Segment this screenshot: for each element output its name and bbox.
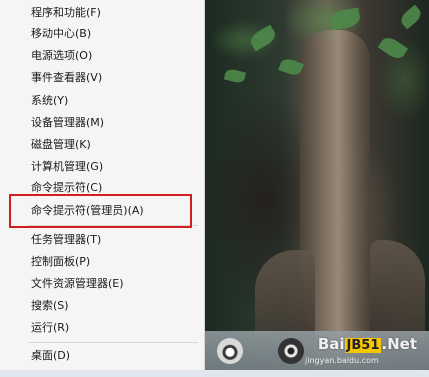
- tree-root-image: [370, 240, 425, 340]
- menu-separator: [28, 342, 198, 343]
- menu-item-disk-management[interactable]: 磁盘管理(K): [0, 134, 204, 155]
- menu-item-control-panel[interactable]: 控制面板(P): [0, 251, 204, 272]
- menu-item-mobility-center[interactable]: 移动中心(B): [0, 23, 204, 44]
- menu-item-system[interactable]: 系统(Y): [0, 90, 204, 111]
- watermark-logo: Bai JB51 .Net: [318, 335, 417, 353]
- menu-item-search[interactable]: 搜索(S): [0, 295, 204, 316]
- menu-item-programs-features[interactable]: 程序和功能(F): [0, 2, 204, 23]
- bottom-strip: [0, 370, 429, 377]
- menu-item-desktop[interactable]: 桌面(D): [0, 345, 204, 366]
- watermark-suffix: .Net: [381, 335, 417, 353]
- menu-item-computer-management[interactable]: 计算机管理(G): [0, 156, 204, 177]
- menu-item-event-viewer[interactable]: 事件查看器(V): [0, 67, 204, 88]
- camera-icon[interactable]: [217, 338, 243, 364]
- watermark-prefix: Bai: [317, 335, 345, 353]
- screen: 程序和功能(F) 移动中心(B) 电源选项(O) 事件查看器(V) 系统(Y) …: [0, 0, 429, 377]
- menu-item-file-explorer[interactable]: 文件资源管理器(E): [0, 273, 204, 294]
- menu-item-task-manager[interactable]: 任务管理器(T): [0, 229, 204, 250]
- annotation-highlight-box: [9, 194, 192, 228]
- watermark-subtitle: jingyan.baidu.com: [305, 356, 379, 365]
- menu-item-power-options[interactable]: 电源选项(O): [0, 45, 204, 66]
- film-reel-icon[interactable]: [278, 338, 304, 364]
- menu-item-run[interactable]: 运行(R): [0, 317, 204, 338]
- winx-context-menu: 程序和功能(F) 移动中心(B) 电源选项(O) 事件查看器(V) 系统(Y) …: [0, 0, 205, 370]
- menu-item-device-manager[interactable]: 设备管理器(M): [0, 112, 204, 133]
- watermark-badge: JB51: [344, 338, 382, 353]
- tree-root-image: [255, 250, 315, 340]
